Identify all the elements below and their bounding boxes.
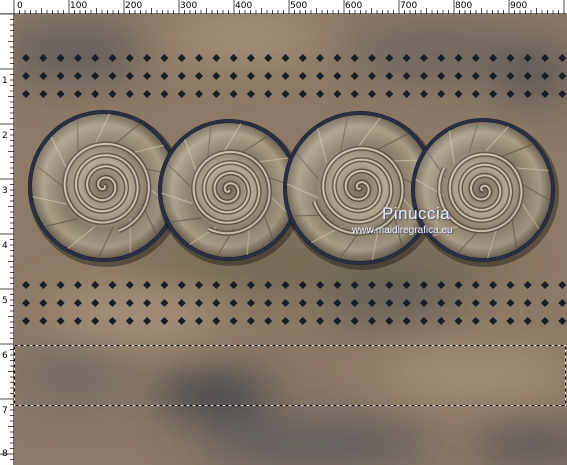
image-canvas[interactable]: Pinuccia www.maidiregrafica.eu [14,14,567,465]
ruler-label-300: 300 [180,1,198,11]
circle-tile [411,118,559,267]
ruler-label-v6: 6 [2,351,8,361]
ruler-label-900: 900 [510,1,528,11]
image-editor-workspace: 0 100 200 300 400 500 600 700 800 900 1 … [0,0,567,465]
horizontal-ruler: 0 100 200 300 400 500 600 700 800 900 [0,0,567,14]
ruler-label-v3: 3 [2,186,8,196]
ruler-label-100: 100 [70,1,88,11]
ruler-label-800: 800 [455,1,473,11]
ruler-label-v4: 4 [2,241,8,251]
watermark-url: www.maidiregrafica.eu [352,225,453,236]
ruler-label-v7: 7 [2,406,8,416]
ruler-label-200: 200 [125,1,143,11]
ruler-label-400: 400 [235,1,253,11]
watermark-name: Pinuccia [382,204,451,223]
ruler-label-v8: 8 [2,449,8,459]
ruler-label-500: 500 [290,1,308,11]
ruler-label-700: 700 [400,1,418,11]
ruler-label-0: 0 [17,1,23,11]
circle-tile [158,119,304,266]
ruler-label-v5: 5 [2,296,8,306]
vertical-ruler: 1 2 3 4 5 6 7 8 [0,14,14,465]
ruler-label-600: 600 [345,1,363,11]
ruler-label-v2: 2 [2,131,8,141]
canvas-artwork [14,14,567,465]
ruler-label-v1: 1 [2,76,8,86]
